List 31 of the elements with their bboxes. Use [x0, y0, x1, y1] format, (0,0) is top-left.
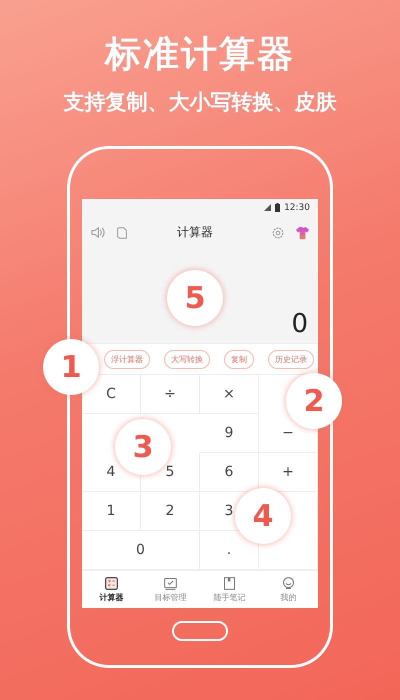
calculator-key[interactable]: 6	[224, 464, 234, 480]
headline: 标准计算器	[103, 33, 296, 77]
tab-item[interactable]: 我的	[259, 571, 318, 608]
subheadline: 支持复制、大小写转换、皮肤	[62, 89, 338, 116]
battery-icon	[275, 203, 280, 212]
checklist-icon	[163, 576, 178, 591]
calculator-key[interactable]: 1	[106, 503, 116, 519]
calculator-key[interactable]: 2	[166, 503, 174, 519]
calculator-icon	[104, 576, 119, 591]
calculator-key[interactable]: 0	[136, 542, 145, 558]
calculator-key[interactable]: C	[106, 386, 116, 402]
calculator-key[interactable]: 3	[224, 503, 234, 519]
calculator-key[interactable]: 9	[224, 425, 234, 441]
display-value: 0	[291, 309, 308, 339]
settings-icon[interactable]	[271, 226, 285, 240]
tab-item[interactable]: 计算器	[82, 571, 141, 608]
tab-item[interactable]: 随手笔记	[200, 571, 259, 608]
signal-icon	[264, 204, 272, 211]
app-title: 计算器	[176, 224, 214, 241]
calculator-key[interactable]: +	[282, 464, 294, 480]
status-time: 12:30	[284, 202, 310, 212]
calculator-key[interactable]: ×	[223, 386, 235, 402]
speaker-icon[interactable]	[90, 225, 105, 240]
tab-item[interactable]: 目标管理	[141, 571, 200, 608]
notebook-icon	[222, 576, 237, 591]
calculator-key[interactable]: 4	[106, 464, 116, 480]
calculator-key[interactable]: .	[226, 542, 232, 558]
calculator-key[interactable]: ÷	[164, 386, 176, 402]
profile-icon	[281, 576, 296, 591]
callout-badge: 1	[43, 339, 99, 395]
shirt-icon[interactable]	[295, 225, 310, 240]
